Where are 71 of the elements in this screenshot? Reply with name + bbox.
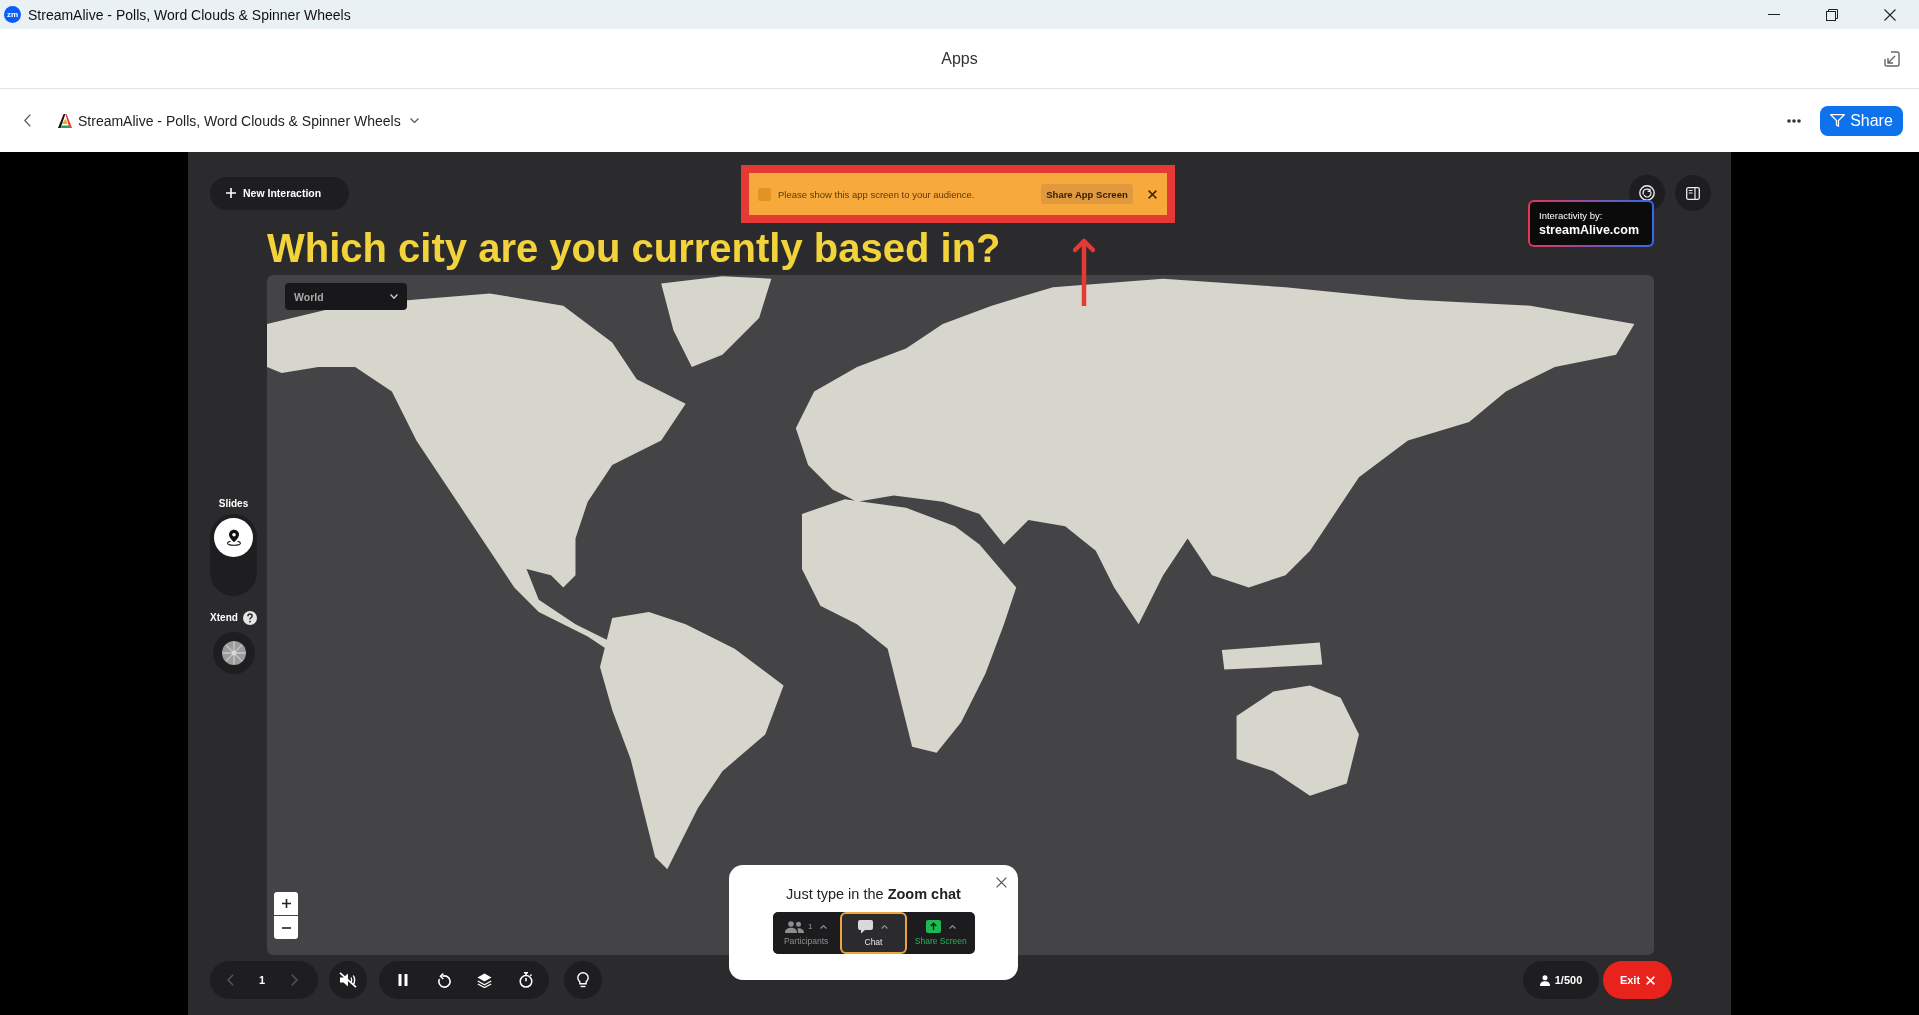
caret-up-icon bbox=[881, 924, 889, 929]
person-icon bbox=[1539, 974, 1550, 986]
toolbar-label: Chat bbox=[864, 936, 883, 947]
audience-count-button[interactable]: 1/500 bbox=[1523, 961, 1599, 999]
badge-caption: Interactivity by: bbox=[1539, 209, 1604, 221]
exit-button[interactable]: Exit bbox=[1603, 961, 1672, 999]
popup-close-button[interactable] bbox=[994, 875, 1009, 890]
pause-icon bbox=[397, 974, 408, 986]
chat-bubble-icon bbox=[858, 919, 874, 934]
speaker-muted-icon bbox=[339, 972, 357, 988]
share-screen-icon bbox=[925, 920, 941, 933]
minimize-icon bbox=[1768, 14, 1780, 15]
pointer-arrow bbox=[1073, 238, 1095, 306]
panel-toggle-button[interactable] bbox=[1675, 175, 1711, 211]
zoom-in-button[interactable] bbox=[274, 892, 298, 915]
plus-icon bbox=[226, 188, 236, 198]
share-app-screen-button[interactable]: Share App Screen bbox=[1041, 184, 1133, 204]
caret-up-icon bbox=[820, 924, 828, 929]
close-icon bbox=[1884, 8, 1896, 21]
apps-title: Apps bbox=[941, 49, 978, 68]
help-icon[interactable] bbox=[242, 611, 257, 625]
restart-icon bbox=[436, 972, 451, 988]
caret-up-icon bbox=[948, 924, 956, 929]
cycle-icon bbox=[1639, 185, 1655, 201]
pop-out-button[interactable] bbox=[1884, 50, 1900, 67]
chevron-right-icon bbox=[290, 974, 298, 986]
region-dropdown[interactable]: World bbox=[285, 283, 407, 310]
hint-button[interactable] bbox=[564, 961, 602, 999]
people-icon bbox=[784, 920, 804, 933]
zoom-out-button[interactable] bbox=[274, 916, 298, 939]
question-title: Which city are you currently based in? bbox=[267, 226, 1001, 270]
layers-icon bbox=[477, 972, 492, 988]
chevron-down-icon bbox=[409, 118, 419, 123]
chevron-down-icon bbox=[390, 294, 398, 299]
toolbar-label: Participants bbox=[783, 935, 829, 946]
new-interaction-button[interactable]: New Interaction bbox=[210, 176, 349, 210]
restore-icon bbox=[1826, 8, 1838, 21]
close-icon bbox=[1147, 189, 1157, 199]
instruction-text: Just type in the Zoom chat bbox=[786, 885, 961, 903]
slide-thumbnail[interactable] bbox=[214, 518, 253, 557]
close-icon bbox=[996, 877, 1007, 888]
banner-message: Please show this app screen to your audience. bbox=[778, 188, 975, 200]
toolbar-label: Share Screen bbox=[914, 936, 967, 946]
stopwatch-icon bbox=[518, 972, 533, 988]
app-logo-icon bbox=[58, 113, 72, 128]
zoom-out-icon bbox=[281, 926, 291, 929]
arrow-box-icon bbox=[1884, 50, 1900, 67]
window-title: StreamAlive - Polls, Word Clouds & Spinner Wheels bbox=[28, 6, 351, 23]
spinner-wheel-icon bbox=[221, 641, 246, 665]
page-number: 1 bbox=[257, 974, 267, 986]
slides-label: Slides bbox=[218, 498, 249, 510]
brand-badge[interactable]: Interactivity by: streamAlive.com bbox=[1528, 200, 1654, 247]
mute-button[interactable] bbox=[329, 961, 367, 999]
app-logo: zm bbox=[4, 6, 21, 23]
chevron-left-icon bbox=[23, 114, 31, 127]
close-icon bbox=[1646, 975, 1656, 985]
banner-close-button[interactable] bbox=[1145, 187, 1159, 201]
xtend-button[interactable] bbox=[212, 632, 255, 674]
funnel-icon bbox=[1830, 114, 1846, 127]
more-icon bbox=[1787, 118, 1801, 123]
participant-count: 1 bbox=[807, 922, 813, 931]
chevron-left-icon bbox=[226, 974, 234, 986]
lightbulb-icon bbox=[577, 972, 589, 988]
panel-icon bbox=[1686, 186, 1700, 200]
share-button[interactable]: Share bbox=[1820, 105, 1903, 136]
app-name-dropdown[interactable]: StreamAlive - Polls, Word Clouds & Spinner Wheels bbox=[78, 108, 419, 133]
zoom-in-icon bbox=[281, 899, 291, 908]
notice-icon bbox=[758, 187, 771, 201]
brand-name: streamAlive.com bbox=[1539, 222, 1641, 238]
map-pin-icon bbox=[226, 529, 241, 546]
xtend-label: Xtend bbox=[210, 612, 238, 624]
